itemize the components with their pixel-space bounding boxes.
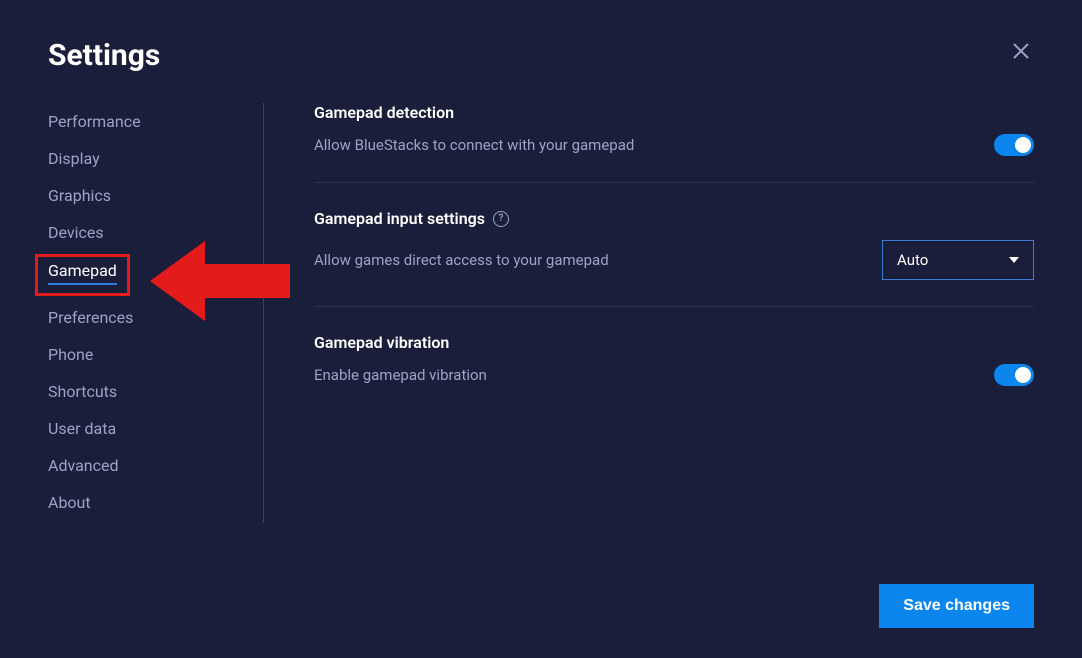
settings-sidebar: Performance Display Graphics Devices Gam… [48, 103, 263, 523]
chevron-down-icon [1009, 257, 1019, 263]
close-button[interactable] [1008, 38, 1034, 69]
dropdown-gamepad-access[interactable]: Auto [882, 240, 1034, 280]
sidebar-item-devices[interactable]: Devices [48, 214, 243, 251]
sidebar-item-preferences[interactable]: Preferences [48, 299, 243, 336]
page-title: Settings [48, 38, 160, 73]
toggle-gamepad-vibration[interactable] [994, 364, 1034, 386]
close-icon [1012, 42, 1030, 60]
sidebar-item-phone[interactable]: Phone [48, 336, 243, 373]
section-gamepad-detection: Gamepad detection Allow BlueStacks to co… [314, 103, 1034, 183]
section-title-input: Gamepad input settings ? [314, 209, 1034, 228]
settings-main: Gamepad detection Allow BlueStacks to co… [314, 103, 1034, 523]
help-icon[interactable]: ? [493, 211, 509, 227]
section-title-detection: Gamepad detection [314, 103, 1034, 122]
dropdown-value: Auto [897, 251, 928, 269]
toggle-knob [1015, 367, 1031, 383]
toggle-gamepad-detection[interactable] [994, 134, 1034, 156]
section-gamepad-vibration: Gamepad vibration Enable gamepad vibrati… [314, 333, 1034, 412]
section-desc-detection: Allow BlueStacks to connect with your ga… [314, 136, 634, 154]
save-changes-button[interactable]: Save changes [879, 584, 1034, 628]
sidebar-item-graphics[interactable]: Graphics [48, 177, 243, 214]
toggle-knob [1015, 137, 1031, 153]
sidebar-item-advanced[interactable]: Advanced [48, 447, 243, 484]
section-desc-input: Allow games direct access to your gamepa… [314, 251, 609, 269]
vertical-divider [263, 103, 264, 523]
sidebar-item-gamepad[interactable]: Gamepad [48, 261, 117, 285]
sidebar-item-performance[interactable]: Performance [48, 103, 243, 140]
sidebar-item-display[interactable]: Display [48, 140, 243, 177]
section-gamepad-input: Gamepad input settings ? Allow games dir… [314, 209, 1034, 307]
sidebar-item-user-data[interactable]: User data [48, 410, 243, 447]
annotation-highlight-box: Gamepad [35, 254, 130, 296]
section-title-input-text: Gamepad input settings [314, 209, 485, 228]
section-desc-vibration: Enable gamepad vibration [314, 366, 487, 384]
section-title-vibration: Gamepad vibration [314, 333, 1034, 352]
sidebar-item-shortcuts[interactable]: Shortcuts [48, 373, 243, 410]
sidebar-item-about[interactable]: About [48, 484, 243, 521]
